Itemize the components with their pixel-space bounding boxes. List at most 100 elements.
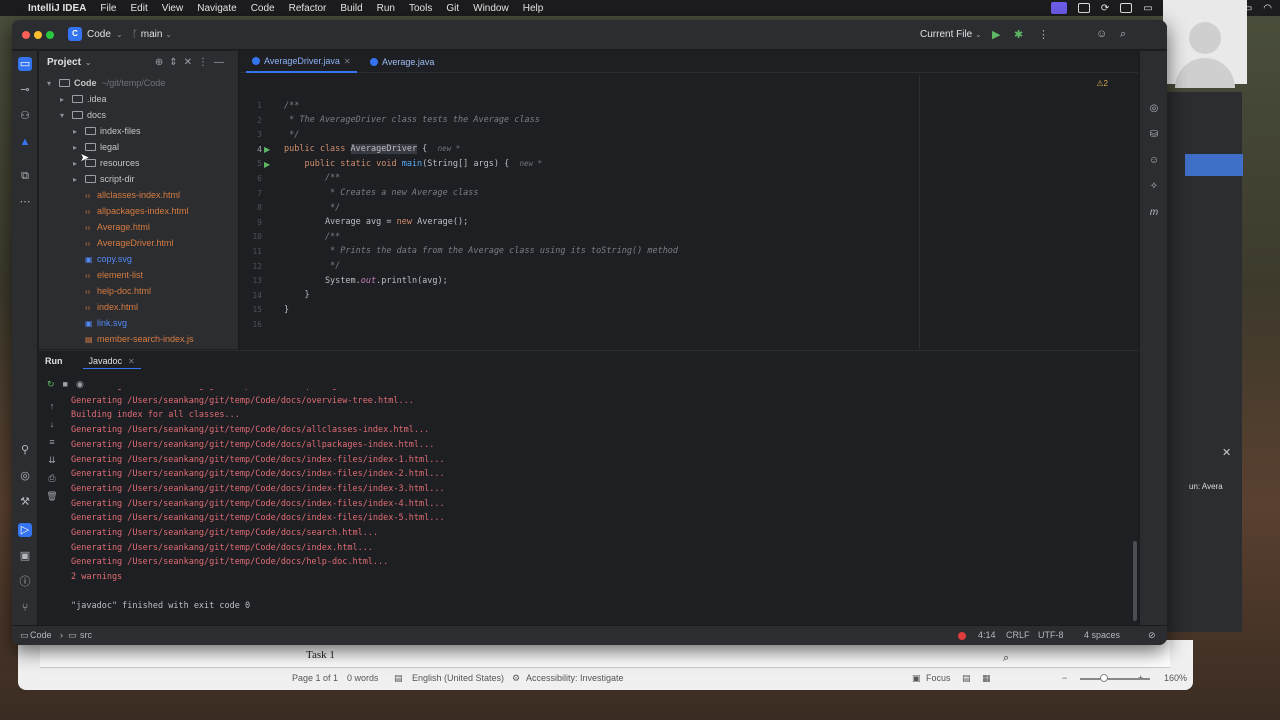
zoom-slider[interactable] [1080, 678, 1150, 680]
build-icon[interactable]: ⚒ [18, 495, 32, 509]
line-separator[interactable]: CRLF [1006, 630, 1030, 640]
run-tool-icon[interactable]: ▷ [18, 523, 32, 537]
menu-file[interactable]: File [100, 3, 116, 14]
warnings-indicator[interactable]: ⚠2 [1096, 79, 1108, 88]
scroll-up-icon[interactable]: ↑ [45, 401, 59, 411]
menu-build[interactable]: Build [340, 3, 362, 14]
more-icon[interactable]: ⋮ [1038, 28, 1049, 41]
tree-file[interactable]: ▣ link.svg [73, 315, 127, 331]
readonly-lock-icon[interactable]: ⊘ [1148, 630, 1156, 641]
menu-edit[interactable]: Edit [130, 3, 147, 14]
run-class-gutter-icon[interactable]: ▶ [264, 145, 270, 154]
tree-file[interactable]: ‹› AverageDriver.html [73, 235, 173, 251]
learn-icon[interactable]: ▲ [18, 135, 32, 149]
tree-file[interactable]: ‹› index.html [73, 299, 138, 315]
tree-folder[interactable]: ▾ docs [60, 107, 106, 123]
close-icon[interactable]: ✕ [1222, 446, 1231, 459]
notifications-icon[interactable]: ◎ [1147, 103, 1161, 117]
branch-selector[interactable]: ᚴ main ⌄ [132, 29, 172, 40]
magnifier-icon[interactable]: ⌕ [1003, 652, 1017, 666]
menu-git[interactable]: Git [446, 3, 459, 14]
print-layout-icon[interactable]: ▤ [962, 673, 971, 684]
menu-code[interactable]: Code [251, 3, 275, 14]
tree-file[interactable]: ‹› Average.html [73, 219, 150, 235]
page-count[interactable]: Page 1 of 1 [292, 673, 338, 683]
tree-file[interactable]: ▤ member-search-index.js [73, 331, 194, 347]
author-hint[interactable]: new * [519, 159, 542, 168]
zoom-level[interactable]: 160% [1164, 673, 1187, 683]
stop-icon[interactable]: ■ [63, 379, 76, 389]
camera-icon[interactable]: ◉ [76, 379, 92, 389]
menu-tools[interactable]: Tools [409, 3, 432, 14]
tree-file[interactable]: ‹› allclasses-index.html [73, 187, 180, 203]
problems-icon[interactable]: ⓘ [18, 575, 32, 589]
more-tools-icon[interactable]: ⋯ [18, 195, 32, 209]
git-icon[interactable]: ⑂ [18, 601, 32, 615]
zoom-window-button[interactable] [46, 31, 54, 39]
clear-icon[interactable]: 🗑 [45, 491, 59, 502]
run-config-selector[interactable]: Current File ⌄ [920, 29, 982, 40]
console-scrollbar[interactable] [1133, 541, 1137, 621]
copilot-icon[interactable]: ☺ [1147, 155, 1161, 169]
chevron-right-icon[interactable]: ▸ [60, 95, 72, 104]
structure-icon[interactable]: ⚇ [18, 109, 32, 123]
rerun-icon[interactable]: ↻ [47, 379, 63, 389]
proofing-icon[interactable]: ▤ [394, 673, 403, 684]
run-main-gutter-icon[interactable]: ▶ [264, 160, 270, 169]
accessibility-status[interactable]: Accessibility: Investigate [526, 673, 624, 683]
tree-file[interactable]: ‹› help-doc.html [73, 283, 151, 299]
wifi-icon[interactable]: ◠ [1263, 3, 1272, 14]
menu-help[interactable]: Help [523, 3, 544, 14]
profiler-icon[interactable]: ◎ [18, 469, 32, 483]
menu-view[interactable]: View [162, 3, 184, 14]
file-encoding[interactable]: UTF-8 [1038, 630, 1064, 640]
close-tab-icon[interactable]: ✕ [128, 357, 135, 366]
minimize-window-button[interactable] [34, 31, 42, 39]
console-output[interactable]: Generating /Users/seankang/git/temp/Code… [71, 389, 1131, 619]
menu-refactor[interactable]: Refactor [289, 3, 327, 14]
tab-javadoc[interactable]: Javadoc ✕ [82, 354, 141, 369]
soft-wrap-icon[interactable]: ≡ [45, 437, 59, 447]
zoom-slider-knob[interactable] [1100, 674, 1108, 682]
project-selector[interactable]: C Code ⌄ [68, 27, 123, 41]
terminal-icon[interactable]: ▣ [18, 549, 32, 563]
author-hint[interactable]: new * [438, 144, 461, 153]
tab-average[interactable]: Average.java [364, 51, 440, 73]
scroll-down-icon[interactable]: ↓ [45, 419, 59, 429]
accessibility-icon[interactable]: ⚙ [512, 673, 520, 684]
services-icon[interactable]: ⚲ [18, 443, 32, 457]
project-panel-actions[interactable]: ⊕⇕✕⋮— [155, 57, 230, 68]
word-count[interactable]: 0 words [347, 673, 379, 683]
window-icon[interactable] [1120, 3, 1133, 13]
focus-icon[interactable]: ▣ [912, 673, 921, 684]
display-icon[interactable]: ▭ [1143, 3, 1152, 14]
tree-file[interactable]: ‹› element-list [73, 267, 143, 283]
zoom-out-icon[interactable]: − [1062, 673, 1067, 683]
focus-button[interactable]: Focus [926, 673, 951, 683]
maven-icon[interactable]: m [1147, 207, 1161, 221]
language[interactable]: English (United States) [412, 673, 504, 683]
chevron-right-icon[interactable]: ▸ [73, 175, 85, 184]
project-tool-icon[interactable]: ▭ [18, 57, 32, 71]
tree-file[interactable]: ‹› allpackages-index.html [73, 203, 189, 219]
menu-run[interactable]: Run [377, 3, 395, 14]
chevron-down-icon[interactable]: ▾ [60, 111, 72, 120]
tree-folder[interactable]: ▾ Code ~/git/temp/Code [47, 75, 165, 91]
close-tab-icon[interactable]: ✕ [344, 57, 351, 66]
breadcrumb-project[interactable]: Code [30, 630, 52, 640]
menu-app-name[interactable]: IntelliJ IDEA [28, 3, 86, 14]
sync-icon[interactable]: ⟳ [1101, 3, 1109, 14]
breadcrumb-dir[interactable]: src [80, 630, 92, 640]
extension-icon[interactable] [1077, 3, 1090, 13]
search-icon[interactable]: ⌕ [1120, 28, 1126, 41]
tree-file[interactable]: ▣ copy.svg [73, 251, 132, 267]
run-icon[interactable]: ▶ [992, 28, 1000, 41]
cursor-position[interactable]: 4:14 [978, 630, 996, 640]
scroll-to-end-icon[interactable]: ⇊ [45, 455, 59, 466]
tree-folder[interactable]: ▸ index-files [73, 123, 141, 139]
tab-averagedriver[interactable]: AverageDriver.java ✕ [246, 51, 357, 73]
plugins-icon[interactable]: ⧉ [18, 169, 32, 183]
chevron-right-icon[interactable]: ▸ [73, 127, 85, 136]
database-icon[interactable]: ⛁ [1147, 129, 1161, 143]
ai-assistant-icon[interactable]: ✧ [1147, 181, 1161, 195]
